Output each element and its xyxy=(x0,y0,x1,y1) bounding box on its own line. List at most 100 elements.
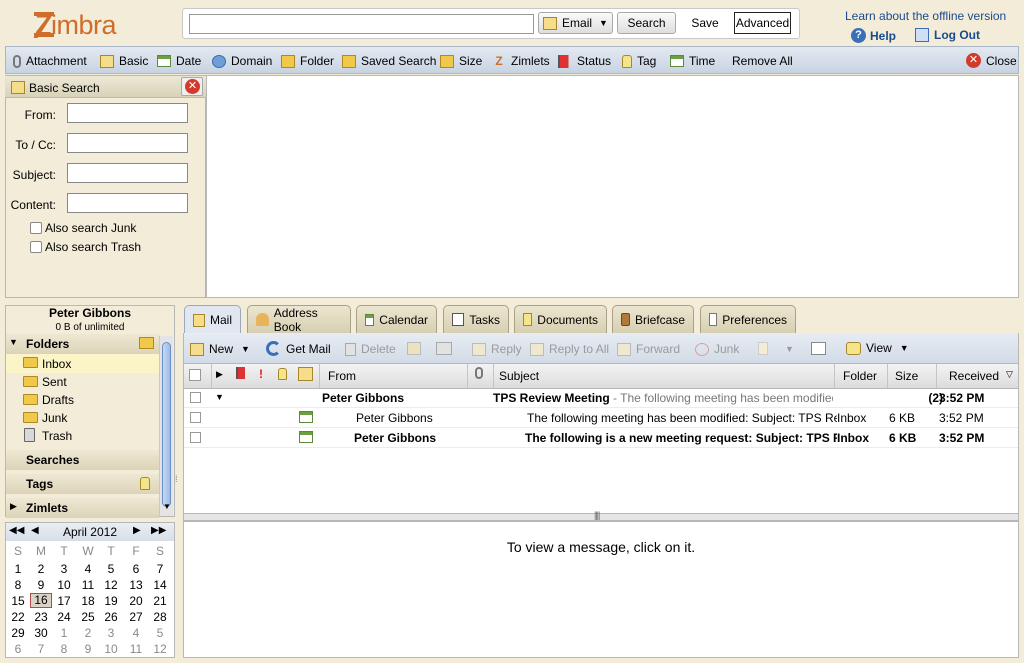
toolbar-date[interactable]: Date xyxy=(157,54,201,68)
calendar-day[interactable]: 30 xyxy=(30,626,52,640)
calendar-day[interactable]: 7 xyxy=(149,562,171,576)
tab-mail[interactable]: Mail xyxy=(184,305,241,334)
tags-header[interactable]: Tags xyxy=(6,474,159,494)
calendar-day[interactable]: 28 xyxy=(149,610,171,624)
reply-all-button[interactable]: Reply to All xyxy=(530,342,609,356)
sort-desc-icon[interactable]: ▽ xyxy=(1006,369,1013,380)
folder-trash[interactable]: Trash xyxy=(6,427,159,445)
conversation-row[interactable]: ▼ Peter Gibbons TPS Review Meeting - The… xyxy=(184,388,1018,408)
calendar-today[interactable]: 16 xyxy=(30,593,52,608)
row-checkbox[interactable] xyxy=(190,432,201,443)
row-checkbox[interactable] xyxy=(190,392,201,403)
row-checkbox[interactable] xyxy=(190,412,201,423)
message-row[interactable]: Peter Gibbons The following meeting has … xyxy=(184,408,1018,428)
advanced-search-button[interactable]: Advanced xyxy=(734,12,791,34)
toolbar-size[interactable]: Size xyxy=(440,54,482,68)
toolbar-saved-search[interactable]: Saved Search xyxy=(342,54,436,68)
delete-button[interactable]: Delete xyxy=(345,342,396,356)
calendar-day[interactable]: 3 xyxy=(53,562,75,576)
toolbar-domain[interactable]: Domain xyxy=(212,54,272,68)
tab-calendar[interactable]: Calendar xyxy=(356,305,437,333)
calendar-day[interactable]: 6 xyxy=(7,642,29,656)
calendar-day[interactable]: 10 xyxy=(53,578,75,592)
toolbar-time[interactable]: Time xyxy=(670,54,715,68)
new-folder-icon[interactable] xyxy=(139,337,154,349)
tab-briefcase[interactable]: Briefcase xyxy=(612,305,694,333)
search-button[interactable]: Search xyxy=(617,12,676,34)
toolbar-tag[interactable]: Tag xyxy=(622,54,656,68)
select-all-checkbox[interactable] xyxy=(189,369,201,381)
reply-button[interactable]: Reply xyxy=(472,342,522,356)
logout-link[interactable]: Log Out xyxy=(915,28,980,42)
calendar-day[interactable]: 18 xyxy=(77,594,99,608)
calendar-day[interactable]: 8 xyxy=(7,578,29,592)
flag-column-icon[interactable] xyxy=(236,367,248,382)
search-trash-checkbox[interactable] xyxy=(30,241,42,253)
calendar-day[interactable]: 5 xyxy=(100,562,122,576)
received-column-header[interactable]: Received xyxy=(949,369,999,383)
tab-documents[interactable]: Documents xyxy=(514,305,607,333)
calendar-day[interactable]: 1 xyxy=(7,562,29,576)
basic-search-close-button[interactable]: ✕ xyxy=(181,77,203,96)
calendar-day[interactable]: 9 xyxy=(77,642,99,656)
forward-button[interactable]: Forward xyxy=(617,342,680,356)
calendar-day[interactable]: 1 xyxy=(53,626,75,640)
searches-header[interactable]: Searches xyxy=(6,450,159,470)
subject-field[interactable] xyxy=(67,163,188,183)
folder-column-header[interactable]: Folder xyxy=(843,369,877,383)
search-junk-checkbox[interactable] xyxy=(30,222,42,234)
next-year-button[interactable]: ▶▶ xyxy=(151,525,166,536)
folder-sent[interactable]: Sent xyxy=(6,373,159,391)
calendar-day[interactable]: 14 xyxy=(149,578,171,592)
toolbar-folder[interactable]: Folder xyxy=(281,54,334,68)
pane-resize-handle[interactable]: ⁞ xyxy=(175,474,178,484)
calendar-day[interactable]: 11 xyxy=(77,578,99,592)
help-link[interactable]: ? Help xyxy=(851,28,896,43)
calendar-day[interactable]: 26 xyxy=(100,610,122,624)
new-message-button[interactable]: New ▼ xyxy=(190,342,250,356)
calendar-day[interactable]: 22 xyxy=(7,610,29,624)
calendar-day[interactable]: 9 xyxy=(30,578,52,592)
calendar-day[interactable]: 4 xyxy=(125,626,147,640)
get-mail-button[interactable]: Get Mail xyxy=(266,341,331,356)
content-field[interactable] xyxy=(67,193,188,213)
scroll-down-icon[interactable]: ▼ xyxy=(163,502,171,511)
calendar-day[interactable]: 15 xyxy=(7,594,29,608)
print-button[interactable] xyxy=(436,342,457,355)
expand-column-icon[interactable]: ▶ xyxy=(216,369,223,380)
calendar-day[interactable]: 17 xyxy=(53,594,75,608)
offline-version-link[interactable]: Learn about the offline version xyxy=(845,9,1006,23)
calendar-day[interactable]: 25 xyxy=(77,610,99,624)
priority-column-icon[interactable]: ! xyxy=(259,367,263,381)
reading-pane-sash[interactable]: |||| xyxy=(183,510,1019,521)
calendar-day[interactable]: 5 xyxy=(149,626,171,640)
calendar-day[interactable]: 2 xyxy=(30,562,52,576)
remove-all-button[interactable]: Remove All xyxy=(732,54,793,68)
search-type-dropdown[interactable]: Email ▼ xyxy=(538,12,613,34)
from-field[interactable] xyxy=(67,103,188,123)
calendar-day[interactable]: 12 xyxy=(149,642,171,656)
collapse-arrow-icon[interactable]: ▼ xyxy=(215,392,224,402)
calendar-day[interactable]: 21 xyxy=(149,594,171,608)
calendar-day[interactable]: 4 xyxy=(77,562,99,576)
folder-inbox[interactable]: Inbox xyxy=(6,354,159,373)
calendar-day[interactable]: 19 xyxy=(100,594,122,608)
message-row[interactable]: Peter Gibbons The following is a new mee… xyxy=(184,428,1018,448)
calendar-day[interactable]: 2 xyxy=(77,626,99,640)
toolbar-attachment[interactable]: Attachment xyxy=(13,54,87,68)
calendar-day[interactable]: 11 xyxy=(125,642,147,656)
tab-tasks[interactable]: Tasks xyxy=(443,305,509,333)
calendar-day[interactable]: 13 xyxy=(125,578,147,592)
tag-menu-button[interactable]: ▼ xyxy=(758,342,794,355)
calendar-day[interactable]: 10 xyxy=(100,642,122,656)
save-search-button[interactable]: Save xyxy=(683,12,727,34)
size-column-header[interactable]: Size xyxy=(895,369,918,383)
folder-junk[interactable]: Junk xyxy=(6,409,159,427)
toolbar-basic[interactable]: Basic xyxy=(100,54,148,68)
tag-column-icon[interactable] xyxy=(278,368,287,383)
close-search-button[interactable]: ✕ Close xyxy=(966,53,1017,68)
status-column-icon[interactable] xyxy=(298,367,313,384)
calendar-day[interactable]: 27 xyxy=(125,610,147,624)
scrollbar-thumb[interactable] xyxy=(162,342,171,507)
attachment-column-icon[interactable] xyxy=(475,367,483,382)
